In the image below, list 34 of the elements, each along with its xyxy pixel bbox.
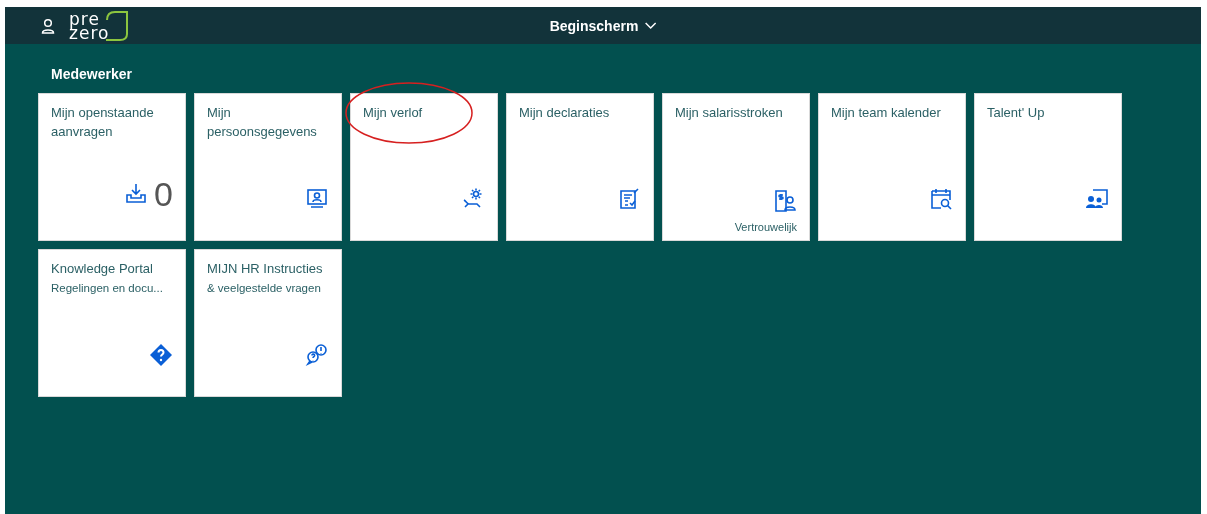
app-tile[interactable]: MIJN HR Instructies & veelgestelde vragen (194, 249, 342, 397)
monitor-person-icon (305, 187, 329, 211)
tile-title: Mijn salarisstroken (675, 104, 784, 122)
page-title-menu[interactable]: Beginscherm (549, 17, 657, 34)
group-title: Medewerker (51, 66, 133, 82)
tile-title: Mijn persoonsgegevens (207, 104, 318, 141)
team-presentation-icon (1085, 187, 1109, 211)
app-tile[interactable]: Knowledge Portal Regelingen en docu... (38, 249, 186, 397)
app-tile[interactable]: Mijn declaraties (506, 93, 654, 241)
app-tile[interactable]: Talent' Up (974, 93, 1122, 241)
chevron-down-icon (644, 21, 657, 30)
tile-count: 0 (154, 177, 173, 211)
expense-form-icon (617, 187, 641, 211)
download-tray-icon (124, 182, 149, 206)
tile-title: Mijn openstaande aanvragen (51, 104, 155, 141)
speech-bubbles-icon (305, 343, 329, 367)
question-diamond-icon (149, 343, 173, 367)
tile-subtitle: Regelingen en docu... (51, 281, 164, 296)
user-icon[interactable] (41, 17, 55, 34)
app-tile[interactable]: Mijn openstaande aanvragen 0 (38, 93, 186, 241)
tile-title: Talent' Up (987, 104, 1046, 122)
tile-footer: Vertrouwelijk (734, 221, 797, 233)
tile-title: Knowledge Portal (51, 260, 154, 278)
tile-title: Mijn verlof (363, 104, 424, 122)
tile-title: MIJN HR Instructies (207, 260, 324, 278)
app-tile[interactable]: Mijn salarisstroken Vertrouwelijk (662, 93, 810, 241)
tile-subtitle: & veelgestelde vragen (207, 281, 322, 296)
payslip-person-icon (773, 189, 797, 213)
calendar-search-icon (929, 187, 953, 211)
app-tile[interactable]: Mijn team kalender (818, 93, 966, 241)
app-tile[interactable]: Mijn persoonsgegevens (194, 93, 342, 241)
tile-title: Mijn team kalender (831, 104, 942, 122)
tile-title: Mijn declaraties (519, 104, 611, 122)
app-tile[interactable]: Mijn verlof (350, 93, 498, 241)
